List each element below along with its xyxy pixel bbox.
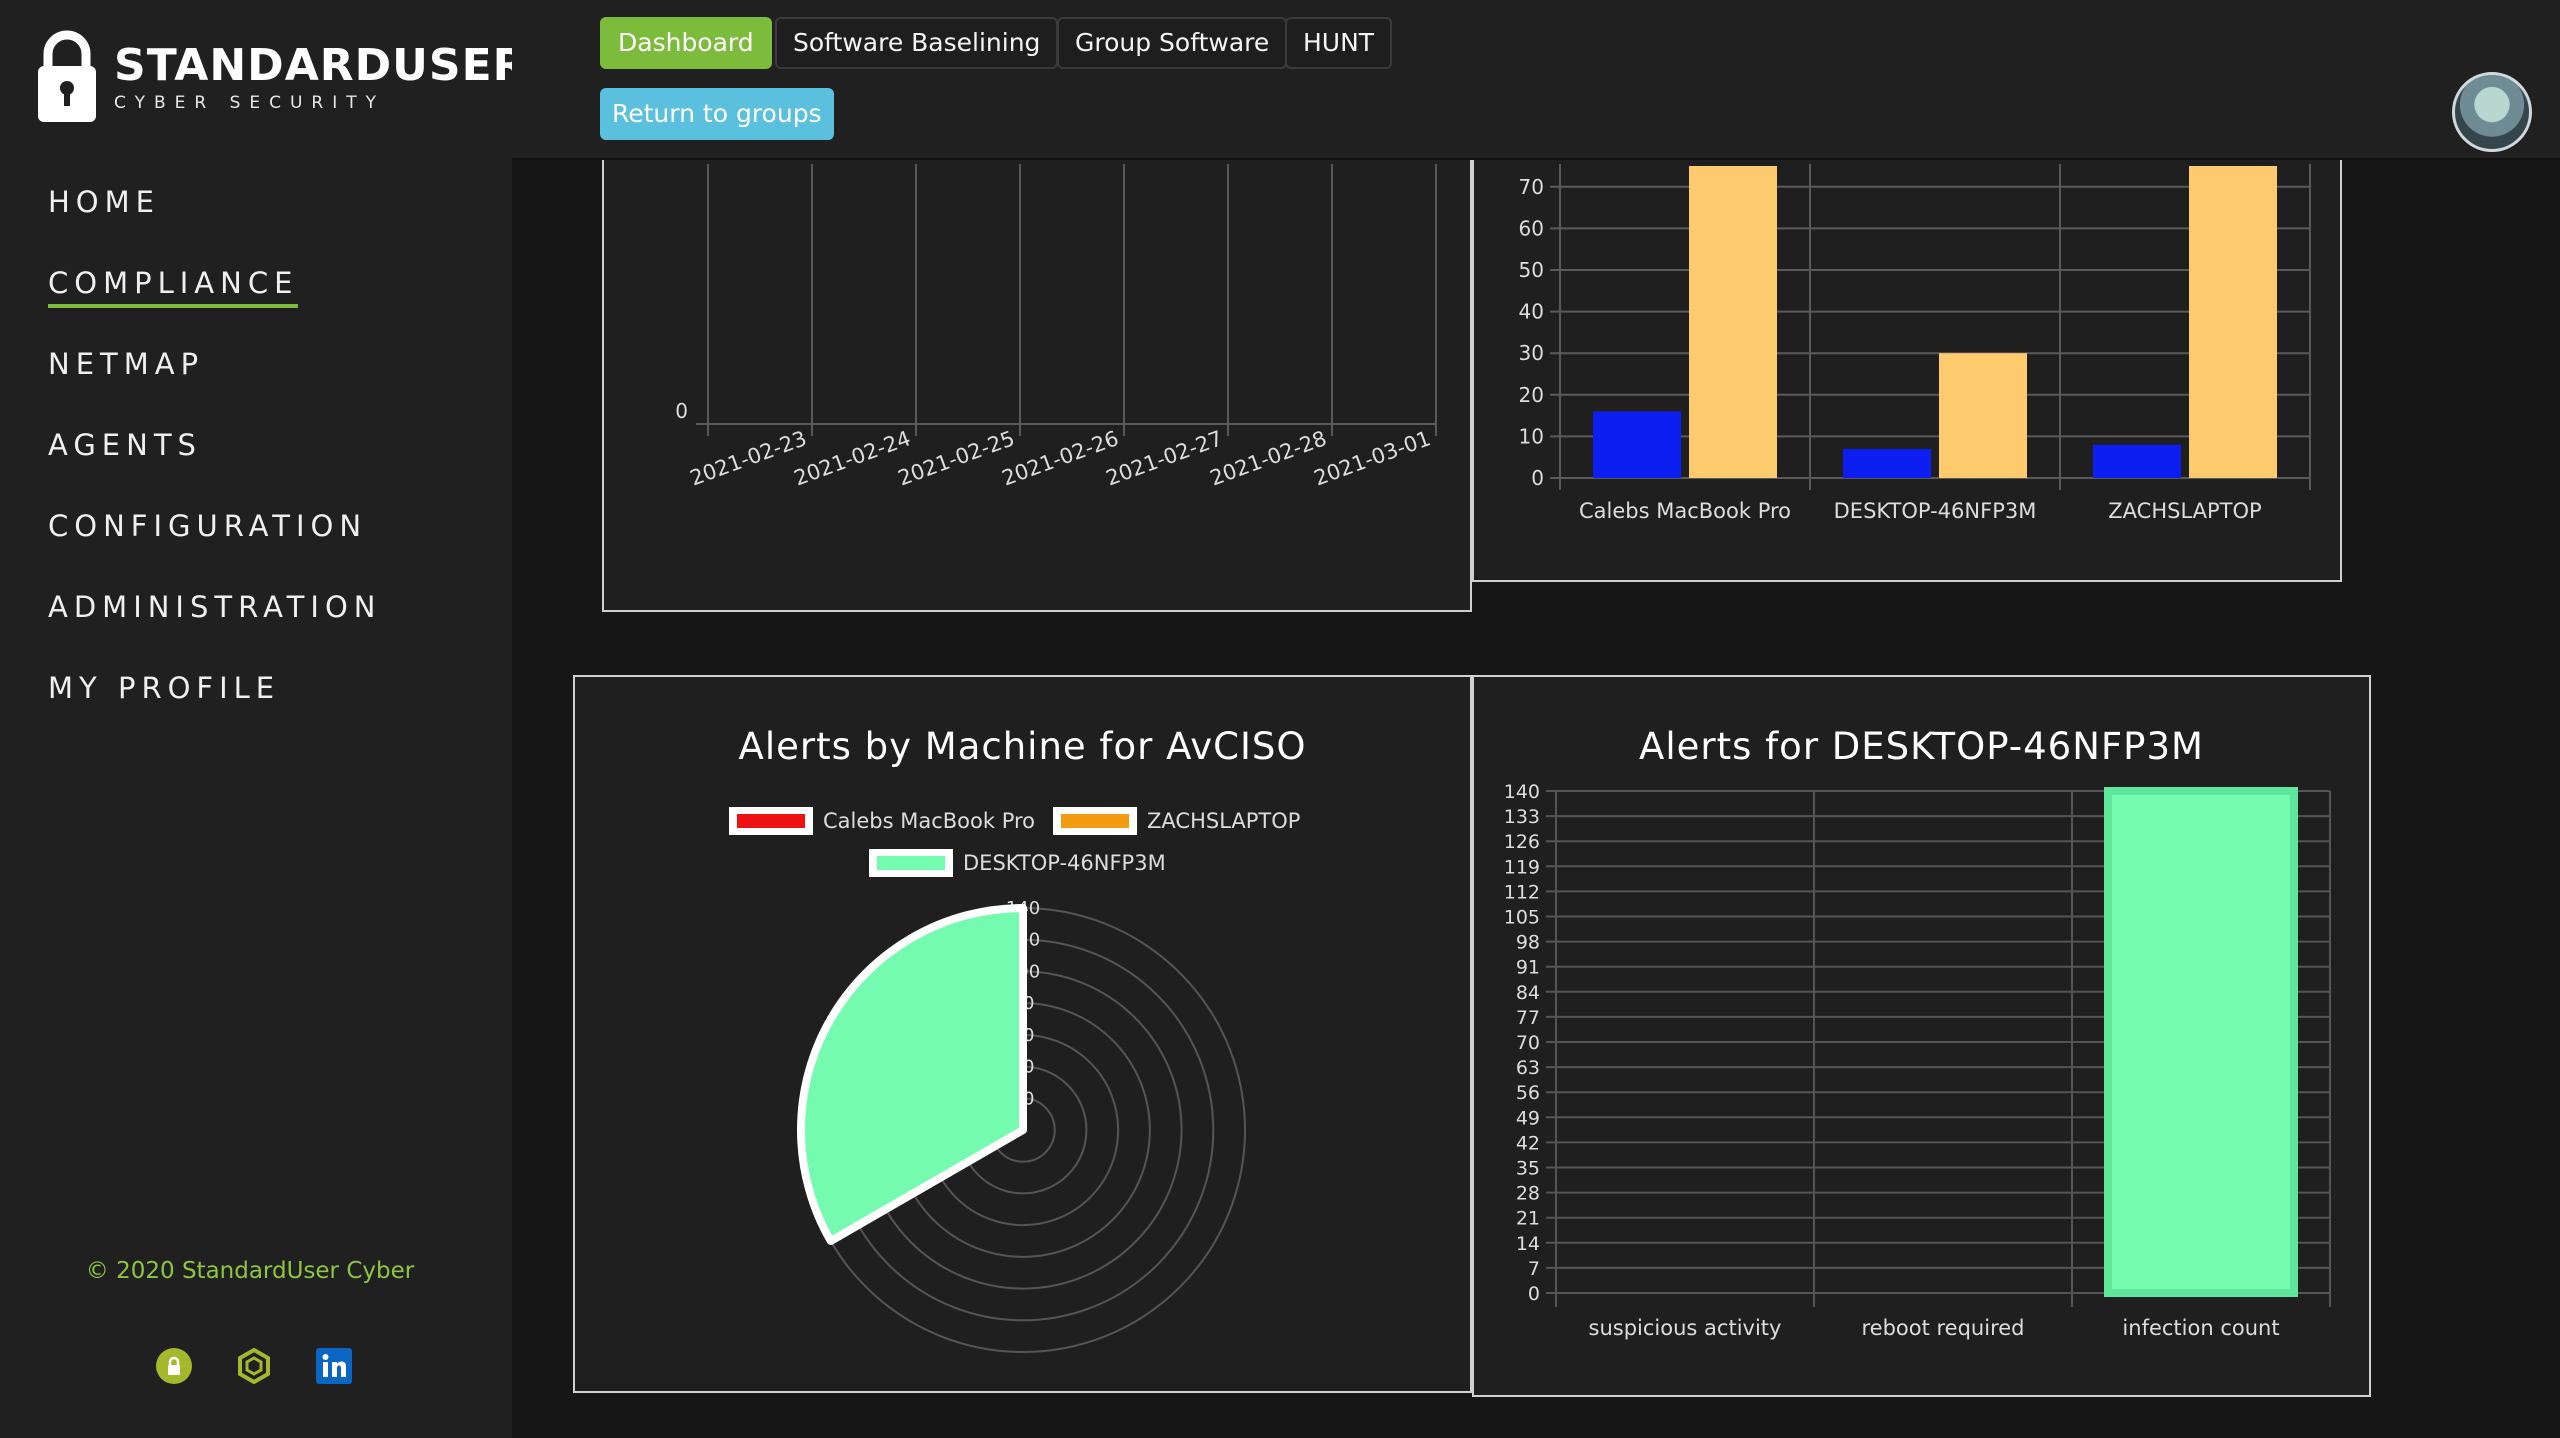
timeline-x-tick: 2021-02-28 [1207, 426, 1330, 490]
machine-bar [1939, 353, 2027, 478]
alerts-x-tick: suspicious activity [1589, 1316, 1782, 1340]
legend-label: ZACHSLAPTOP [1147, 809, 1300, 833]
machine-bar [1593, 411, 1681, 478]
alerts-y-tick: 21 [1516, 1208, 1540, 1230]
nav-netmap-label: NETMAP [48, 347, 205, 381]
alerts-y-tick: 70 [1516, 1032, 1540, 1054]
nav-configuration-label: CONFIGURATION [48, 509, 368, 543]
polar-segment [797, 904, 1027, 1245]
alerts-by-machine-chart: Calebs MacBook Pro ZACHSLAPTOP DESKTOP-46N… [729, 807, 1300, 1353]
machine-counts-chart: 0 10 20 30 40 50 60 70 Calebs MacBook Pro DESKTOP… [1519, 164, 2311, 523]
nav-administration[interactable]: ADMINISTRATION [48, 585, 381, 666]
alerts-y-tick: 28 [1516, 1183, 1540, 1205]
machine-y-tick: 40 [1519, 300, 1544, 324]
alerts-y-tick: 140 [1504, 781, 1540, 803]
machine-counts-panel: 0 10 20 30 40 50 60 70 Calebs MacBook Pro DESKTOP… [1472, 120, 2342, 582]
machine-bar [2093, 444, 2181, 478]
machine-y-tick: 30 [1519, 341, 1544, 365]
alerts-y-tick: 49 [1516, 1107, 1540, 1129]
timeline-x-tick: 2021-02-23 [687, 426, 810, 490]
user-avatar[interactable] [2452, 72, 2532, 152]
nav-home-label: HOME [48, 185, 160, 219]
machine-x-tick: ZACHSLAPTOP [2108, 499, 2261, 523]
copyright-text: © 2020 StandardUser Cyber [85, 1258, 415, 1284]
alerts-y-tick: 77 [1516, 1007, 1540, 1029]
tab-software-baselining[interactable]: Software Baselining [775, 17, 1059, 69]
alerts-y-tick: 42 [1516, 1132, 1540, 1154]
tab-group-software[interactable]: Group Software [1057, 17, 1288, 69]
brand-title: STANDARDUSER [114, 39, 528, 91]
nav-home[interactable]: HOME [48, 180, 381, 261]
main-nav: HOME COMPLIANCE NETMAP AGENTS CONFIGURAT… [48, 180, 381, 747]
legend-label: Calebs MacBook Pro [823, 809, 1035, 833]
alerts-x-tick: infection count [2122, 1316, 2279, 1340]
legend-swatch [1061, 814, 1130, 828]
timeline-chart: 02021-02-232021-02-242021-02-252021-02-2… [675, 164, 1437, 490]
hexagon-badge-icon[interactable] [236, 1347, 272, 1385]
machine-bar [1689, 166, 1777, 478]
alerts-y-tick: 105 [1504, 907, 1540, 929]
timeline-x-tick: 2021-02-26 [999, 426, 1122, 490]
legend-swatch [737, 814, 805, 828]
alerts-y-tick: 133 [1504, 806, 1540, 828]
brand-subtitle: CYBER SECURITY [114, 92, 386, 113]
sidebar: STANDARDUSER CYBER SECURITY HOME COMPLIA… [0, 0, 527, 1438]
alerts-by-machine-panel: Alerts by Machine for AvCISO Calebs MacB… [573, 675, 1472, 1393]
nav-compliance[interactable]: COMPLIANCE [48, 261, 381, 342]
alerts-y-tick: 14 [1516, 1233, 1540, 1255]
return-to-groups-button[interactable]: Return to groups [600, 88, 834, 140]
top-bar: Dashboard Software Baselining Group Soft… [512, 0, 2560, 160]
tab-hunt[interactable]: HUNT [1285, 17, 1393, 69]
alerts-y-tick: 119 [1504, 856, 1540, 878]
alerts-y-tick: 84 [1516, 982, 1540, 1004]
machine-x-tick: Calebs MacBook Pro [1579, 499, 1791, 523]
alerts-desktop-chart: 0 7 14 21 28 35 42 49 56 63 70 77 84 91 98 105 112 119 126… [1504, 781, 2331, 1340]
timeline-x-tick: 2021-03-01 [1311, 426, 1434, 490]
nav-administration-label: ADMINISTRATION [48, 590, 382, 624]
machine-x-tick: DESKTOP-46NFP3M [1834, 499, 2037, 523]
machine-y-tick: 50 [1519, 258, 1544, 282]
alerts-x-tick: reboot required [1861, 1316, 2024, 1340]
nav-netmap[interactable]: NETMAP [48, 342, 381, 423]
alerts-bar [2104, 787, 2298, 1297]
activity-timeline-panel: 0 2021-02-23 2021-02-24 2021-02-25 2021-02-2… [602, 120, 1472, 612]
linkedin-icon[interactable] [316, 1348, 352, 1384]
timeline-x-tick: 2021-02-24 [791, 426, 914, 490]
alerts-y-tick: 56 [1516, 1082, 1540, 1104]
alerts-y-tick: 91 [1516, 957, 1540, 979]
lock-icon[interactable] [156, 1348, 192, 1384]
machine-bar [2189, 166, 2277, 478]
machine-y-tick: 20 [1519, 383, 1544, 407]
padlock-icon [36, 28, 98, 124]
alerts-desktop-panel: Alerts for DESKTOP-46NFP3M 0 7 14 21 28 35 42 4… [1472, 675, 2371, 1397]
nav-my-profile-label: MY PROFILE [48, 671, 281, 705]
machine-y-tick: 10 [1519, 424, 1544, 448]
legend-label: DESKTOP-46NFP3M [963, 851, 1166, 875]
machine-y-tick: 0 [1531, 466, 1544, 490]
nav-compliance-label: COMPLIANCE [48, 266, 299, 308]
nav-agents-label: AGENTS [48, 428, 202, 462]
nav-configuration[interactable]: CONFIGURATION [48, 504, 381, 585]
machine-y-tick: 70 [1519, 175, 1544, 199]
machine-y-tick: 60 [1519, 216, 1544, 240]
alerts-y-tick: 7 [1528, 1258, 1540, 1280]
nav-my-profile[interactable]: MY PROFILE [48, 666, 381, 747]
alerts-y-tick: 112 [1504, 881, 1540, 903]
brand-logo[interactable]: STANDARDUSER CYBER SECURITY [36, 28, 528, 124]
alerts-y-tick: 63 [1516, 1057, 1540, 1079]
alerts-y-tick: 35 [1516, 1158, 1540, 1180]
alerts-y-tick: 0 [1528, 1283, 1540, 1305]
timeline-y-tick: 0 [675, 399, 688, 423]
nav-agents[interactable]: AGENTS [48, 423, 381, 504]
legend-swatch [877, 856, 945, 870]
tab-dashboard[interactable]: Dashboard [600, 17, 772, 69]
machine-bar [1843, 448, 1931, 478]
timeline-x-tick: 2021-02-27 [1103, 426, 1226, 490]
alerts-y-tick: 126 [1504, 831, 1540, 853]
alerts-y-tick: 98 [1516, 932, 1540, 954]
timeline-x-tick: 2021-02-25 [895, 426, 1018, 490]
